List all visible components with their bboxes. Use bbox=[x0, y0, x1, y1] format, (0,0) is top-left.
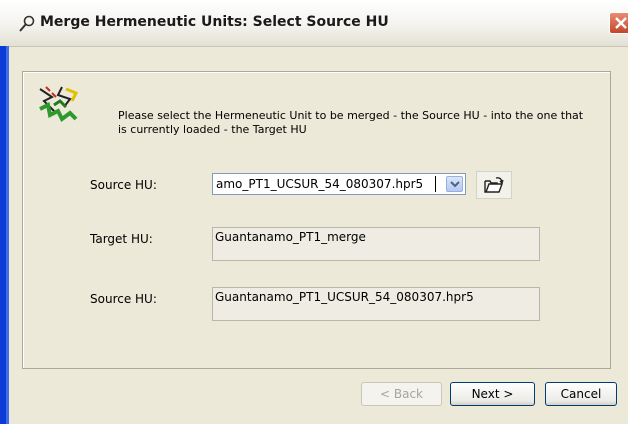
next-button[interactable]: Next > bbox=[450, 382, 535, 406]
source-select-label: Source HU: bbox=[90, 178, 157, 192]
window-title: Merge Hermeneutic Units: Select Source H… bbox=[40, 14, 389, 30]
target-hu-value: Guantanamo_PT1_merge bbox=[215, 230, 366, 244]
open-folder-icon bbox=[484, 177, 504, 193]
text-cursor bbox=[435, 176, 436, 192]
source-hu-value: Guantanamo_PT1_UCSUR_54_080307.hpr5 bbox=[215, 290, 474, 304]
close-icon bbox=[615, 17, 627, 29]
source-hu-combobox[interactable]: amo_PT1_UCSUR_54_080307.hpr5 bbox=[212, 173, 466, 195]
merge-logo-icon bbox=[36, 83, 82, 123]
intro-text: Please select the Hermeneutic Unit to be… bbox=[118, 109, 584, 136]
source-hu-combobox-value: amo_PT1_UCSUR_54_080307.hpr5 bbox=[216, 177, 424, 191]
open-file-button[interactable] bbox=[476, 171, 512, 199]
dropdown-arrow-button[interactable] bbox=[446, 176, 463, 192]
target-hu-field: Guantanamo_PT1_merge bbox=[212, 227, 540, 261]
magnifier-icon bbox=[18, 15, 36, 33]
dropdown-arrow-icon bbox=[450, 181, 460, 188]
source-hu-field: Guantanamo_PT1_UCSUR_54_080307.hpr5 bbox=[212, 287, 540, 321]
back-button[interactable]: < Back bbox=[361, 382, 442, 406]
window-left-border-inner bbox=[6, 46, 9, 424]
source-hu-label: Source HU: bbox=[90, 292, 157, 306]
target-hu-label: Target HU: bbox=[90, 232, 153, 246]
cancel-button[interactable]: Cancel bbox=[545, 382, 617, 406]
title-bar: Merge Hermeneutic Units: Select Source H… bbox=[0, 0, 628, 47]
close-button[interactable] bbox=[609, 12, 628, 34]
